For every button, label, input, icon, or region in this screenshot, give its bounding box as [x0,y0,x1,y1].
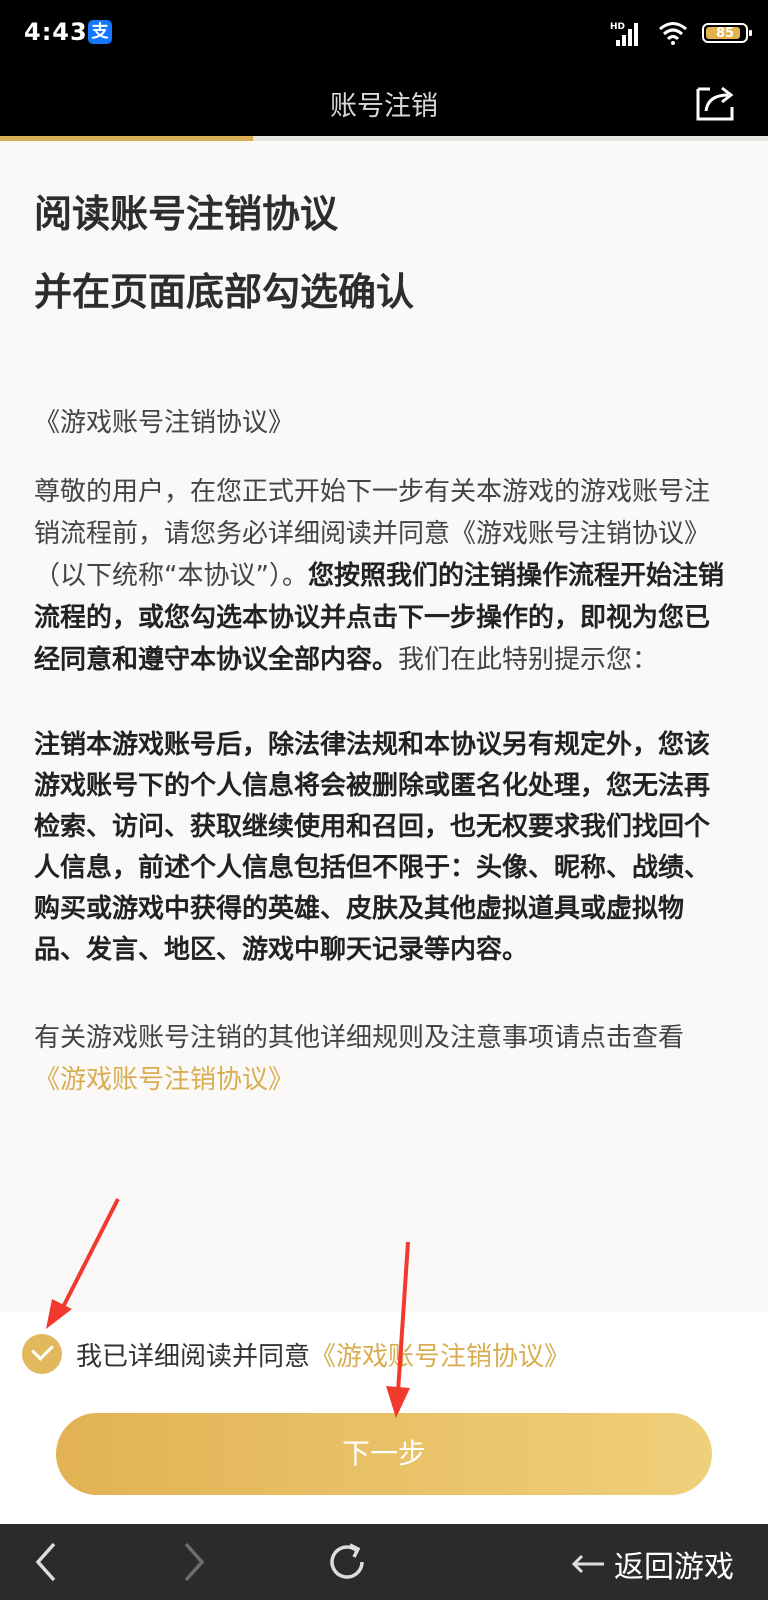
consent-agreement-link[interactable]: 《游戏账号注销协议》 [310,1342,570,1372]
return-icon [571,1554,604,1574]
wifi-icon [659,22,687,45]
battery-icon: 85 [702,23,752,43]
page-title: 账号注销 [330,91,438,122]
bottom-browser-bar: 返回游戏 [0,1524,768,1600]
nav-bar: 账号注销 [0,66,768,136]
share-icon[interactable] [694,79,738,123]
next-step-button[interactable]: 下一步 [56,1413,712,1495]
forward-icon[interactable] [182,1540,206,1584]
agreement-warning: 注销本游戏账号后，除法律法规和本协议另有规定外，您该游戏账号下的个人信息将会被删… [34,730,711,965]
status-bar: 4:43 支 HD 85 [0,0,768,66]
agreement-document-title: 《游戏账号注销协议》 [34,408,295,438]
alipay-notification-icon: 支 [88,20,112,44]
consent-label: 我已详细阅读并同意《游戏账号注销协议》 [76,1336,570,1373]
battery-level: 85 [715,25,735,41]
agreement-content: 阅读账号注销协议 并在页面底部勾选确认 《游戏账号注销协议》 尊敬的用户，在您正… [34,175,734,1101]
consent-row[interactable]: 我已详细阅读并同意《游戏账号注销协议》 [22,1334,570,1374]
cellular-signal-icon: HD [610,22,638,46]
status-icons: HD 85 [610,18,752,48]
intro-tail-text: 我们在此特别提示您： [398,645,659,675]
status-time: 4:43 [24,18,88,46]
return-to-game-label: 返回游戏 [614,1550,734,1585]
consent-label-text: 我已详细阅读并同意 [76,1341,311,1372]
agreement-link[interactable]: 《游戏账号注销协议》 [34,1065,294,1095]
back-icon[interactable] [34,1540,58,1584]
return-to-game-button[interactable]: 返回游戏 [570,1542,734,1586]
step-progress-fill [0,136,254,141]
agreement-more-info: 有关游戏账号注销的其他详细规则及注意事项请点击查看《游戏账号注销协议》 [34,1017,734,1101]
headline-line-1: 阅读账号注销协议 [34,192,339,236]
consent-checkbox[interactable] [22,1334,62,1374]
consent-panel: 我已详细阅读并同意《游戏账号注销协议》 下一步 [0,1312,768,1524]
headline-line-2: 并在页面底部勾选确认 [34,270,415,314]
step-progress-track [0,136,768,141]
more-info-text: 有关游戏账号注销的其他详细规则及注意事项请点击查看 [34,1023,685,1053]
refresh-icon[interactable] [326,1540,368,1584]
agreement-intro: 尊敬的用户，在您正式开始下一步有关本游戏的游戏账号注销流程前，请您务必详细阅读并… [34,471,734,681]
network-type-label: HD [610,22,625,32]
